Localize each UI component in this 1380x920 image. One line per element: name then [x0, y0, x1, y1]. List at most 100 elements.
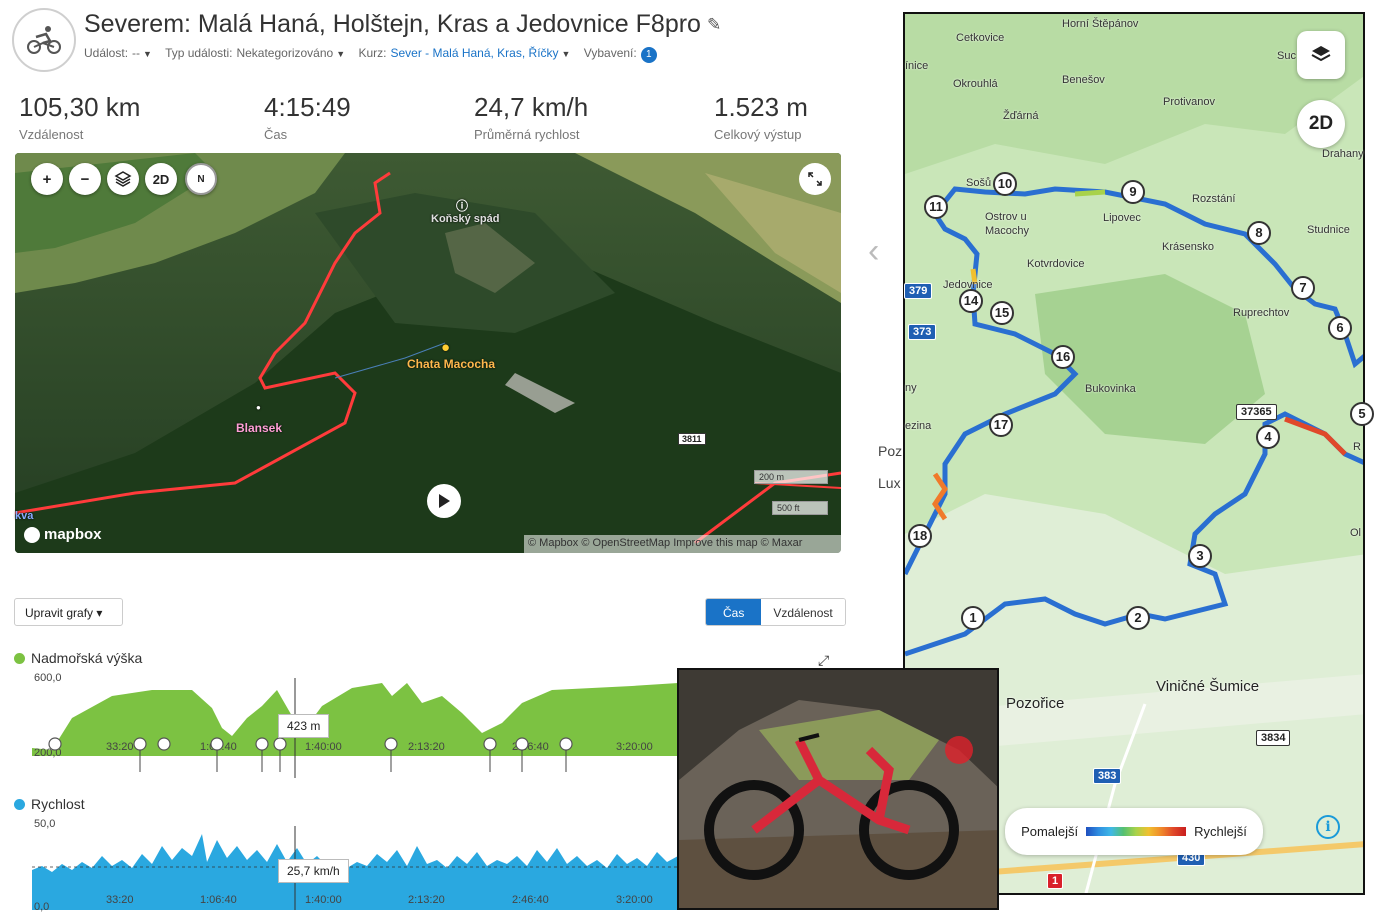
waypoint-marker[interactable]: 8 — [1247, 221, 1271, 245]
waypoint-marker[interactable]: 5 — [1350, 402, 1374, 426]
road-number-3811: 3811 — [678, 433, 706, 445]
road-badge: 37365 — [1236, 404, 1277, 420]
road-badge: 379 — [904, 283, 933, 299]
speed-x-tick: 33:20 — [106, 894, 134, 906]
expand-icon — [808, 172, 822, 186]
gear-count-badge[interactable]: 1 — [640, 47, 657, 63]
town-label: Ostrov u Macochy — [985, 211, 1030, 237]
town-label: Ruprechtov — [1233, 307, 1290, 319]
edit-pencil-icon[interactable]: ✎ — [707, 15, 721, 35]
waypoint-marker[interactable]: 1 — [961, 606, 985, 630]
elevation-legend: Nadmořská výška — [14, 650, 142, 666]
town-label: Ol — [1350, 527, 1361, 539]
waypoint-marker[interactable]: 2 — [1126, 606, 1150, 630]
layers-icon — [1311, 46, 1331, 62]
event-type-dropdown-icon[interactable]: ▼ — [336, 49, 345, 59]
side-label-a: Poz — [878, 443, 903, 459]
town-label: Žďárná — [1003, 110, 1039, 122]
restaurant-icon[interactable]: ● — [441, 339, 450, 356]
town-label: Studnice — [1307, 224, 1350, 236]
town-label: Krásensko — [1162, 241, 1214, 253]
speed-x-tick: 2:13:20 — [408, 894, 445, 906]
town-label: Protivanov — [1163, 96, 1215, 108]
stat-value: 24,7 km/h — [474, 92, 589, 122]
activity-title[interactable]: Severem: Malá Haná, Holštejn, Kras a Jed… — [84, 10, 721, 39]
town-label: Benešov — [1062, 74, 1105, 86]
speed-x-tick: 1:40:00 — [305, 894, 342, 906]
map-layers-button[interactable] — [1297, 31, 1345, 79]
speed-x-tick: 3:20:00 — [616, 894, 653, 906]
speed-legend: Rychlost — [14, 796, 85, 812]
event-label: Událost: — [84, 46, 129, 60]
legend-fast-label: Rychlejší — [1194, 824, 1247, 839]
speed-x-tick: 1:06:40 — [200, 894, 237, 906]
activity-title-text: Severem: Malá Haná, Holštejn, Kras a Jed… — [84, 10, 701, 38]
info-icon[interactable]: i — [1316, 815, 1340, 839]
play-button[interactable] — [427, 484, 461, 518]
speed-x-tick: 2:46:40 — [512, 894, 549, 906]
event-dropdown-icon[interactable]: ▼ — [143, 49, 152, 59]
waypoint-marker[interactable]: 10 — [993, 172, 1017, 196]
waypoint-marker[interactable]: 15 — [990, 301, 1014, 325]
elevation-tooltip: 423 m — [278, 714, 330, 738]
stat-time: 4:15:49 Čas — [264, 92, 351, 142]
chart-expand-icon[interactable]: ⤢ — [818, 652, 829, 669]
poi-info-icon[interactable]: ⓘ — [456, 197, 468, 214]
speed-gradient — [1086, 827, 1187, 836]
bike-photo-image — [679, 670, 997, 908]
location-dot: ● — [256, 403, 261, 412]
waypoint-marker[interactable]: 16 — [1051, 345, 1075, 369]
side-label-b: Lux — [878, 475, 901, 491]
play-icon — [439, 494, 450, 508]
town-label: Sošů — [966, 177, 992, 189]
compass-button[interactable]: N — [185, 163, 217, 195]
activity-meta: Událost: -- ▼ Typ události: Nekategorizován… — [84, 46, 667, 63]
map-2d-toggle[interactable]: 2D — [1297, 100, 1345, 148]
waypoint-marker[interactable]: 11 — [924, 195, 948, 219]
chevron-left-icon[interactable]: ‹ — [868, 232, 879, 271]
toggle-time[interactable]: Čas — [706, 599, 762, 625]
waypoint-marker[interactable]: 6 — [1328, 316, 1352, 340]
waypoint-marker[interactable]: 18 — [908, 524, 932, 548]
zoom-in-button[interactable]: + — [31, 163, 63, 195]
road-badge: 3834 — [1256, 730, 1291, 746]
toggle-2d-button[interactable]: 2D — [145, 163, 177, 195]
waypoint-marker[interactable]: 9 — [1121, 180, 1145, 204]
legend-slow-label: Pomalejší — [1021, 824, 1079, 839]
elevation-title: Nadmořská výška — [31, 650, 143, 666]
town-label: R — [1353, 441, 1361, 453]
stat-avg-speed: 24,7 km/h Průměrná rychlost — [474, 92, 588, 142]
speed-y-min: 0,0 — [34, 901, 50, 913]
toggle-distance[interactable]: Vzdálenost — [761, 599, 845, 625]
map-label-blansek: Blansek — [236, 421, 283, 435]
course-link[interactable]: Sever - Malá Haná, Kras, Říčky — [390, 46, 558, 60]
scale-bar-metric: 200 m — [754, 470, 828, 484]
fullscreen-button[interactable] — [799, 163, 831, 195]
waypoint-marker[interactable]: 3 — [1188, 544, 1212, 568]
stat-distance: 105,30 km Vzdálenost — [19, 92, 140, 142]
mapbox-logo-text: mapbox — [44, 526, 102, 543]
road-badge: 373 — [908, 324, 937, 340]
waypoint-marker[interactable]: 7 — [1291, 276, 1315, 300]
event-type-value[interactable]: Nekategorizováno — [236, 46, 333, 60]
waypoint-marker[interactable]: 14 — [959, 289, 983, 313]
axis-toggle: Čas Vzdálenost — [705, 598, 846, 626]
layers-icon — [114, 171, 132, 187]
event-type-label: Typ události: — [165, 46, 233, 60]
waypoint-marker[interactable]: 4 — [1256, 425, 1280, 449]
speed-color-legend: Pomalejší Rychlejší — [1005, 808, 1263, 855]
activity-photo[interactable] — [677, 668, 999, 910]
event-value[interactable]: -- — [132, 46, 140, 60]
town-label: Bukovinka — [1085, 383, 1136, 395]
map-label-chata-macocha: Chata Macocha — [407, 357, 496, 371]
course-dropdown-icon[interactable]: ▼ — [562, 49, 571, 59]
waypoint-marker[interactable]: 17 — [989, 413, 1013, 437]
map-attribution[interactable]: © Mapbox © OpenStreetMap Improve this ma… — [524, 535, 841, 553]
edit-charts-button[interactable]: Upravit grafy ▾ — [14, 598, 123, 626]
mapbox-logo[interactable]: mapbox — [24, 526, 102, 543]
zoom-out-button[interactable]: − — [69, 163, 101, 195]
mapbox-icon — [24, 526, 40, 543]
layers-button[interactable] — [107, 163, 139, 195]
speed-dot — [14, 798, 25, 810]
town-label: Rozstání — [1192, 193, 1236, 205]
